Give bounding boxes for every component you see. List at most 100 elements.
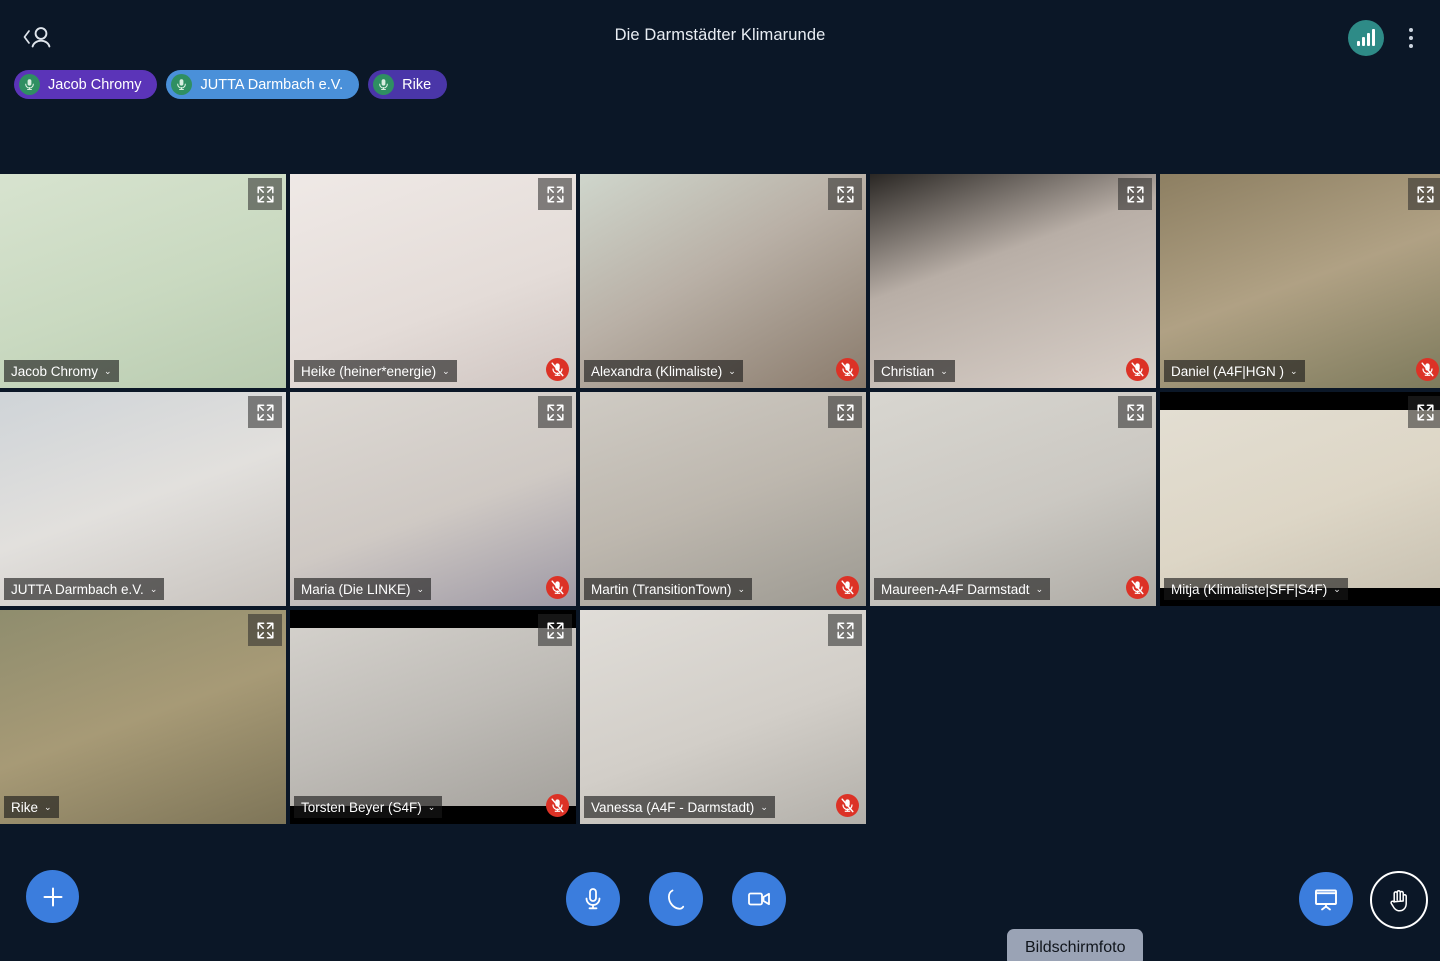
microphone-muted-icon <box>1126 576 1149 599</box>
video-feed <box>580 610 866 824</box>
video-tile[interactable]: Mitja (Klimaliste|SFF|S4F) ⌄ <box>1160 392 1440 606</box>
participant-name-tag[interactable]: Alexandra (Klimaliste) ⌄ <box>584 360 743 382</box>
video-feed <box>290 392 576 606</box>
expand-icon[interactable] <box>1408 396 1440 428</box>
add-button[interactable] <box>26 870 79 923</box>
participant-name: Martin (TransitionTown) <box>591 581 732 597</box>
expand-icon[interactable] <box>538 178 572 210</box>
microphone-muted-icon <box>1416 358 1439 381</box>
expand-icon[interactable] <box>828 396 862 428</box>
signal-strength-icon[interactable] <box>1348 20 1384 56</box>
expand-icon[interactable] <box>1408 178 1440 210</box>
video-feed <box>870 392 1156 606</box>
hangup-button[interactable] <box>649 872 703 926</box>
video-feed <box>290 628 576 806</box>
participant-name: Mitja (Klimaliste|SFF|S4F) <box>1171 581 1328 597</box>
participant-name-tag[interactable]: Heike (heiner*energie) ⌄ <box>294 360 457 382</box>
video-grid-row: Rike ⌄ Torsten Beyer (S4F) ⌄ Vanessa (A4F - … <box>0 610 1440 824</box>
video-tile[interactable]: JUTTA Darmbach e.V. ⌄ <box>0 392 286 606</box>
microphone-muted-icon <box>836 358 859 381</box>
phone-icon <box>667 889 684 910</box>
expand-icon[interactable] <box>248 614 282 646</box>
active-speaker-chip[interactable]: JUTTA Darmbach e.V. <box>166 70 360 99</box>
video-feed <box>870 174 1156 388</box>
active-speaker-name: JUTTA Darmbach e.V. <box>200 76 344 93</box>
video-grid: Jacob Chromy ⌄ Heike (heiner*energie) ⌄ Alex… <box>0 174 1440 828</box>
video-feed <box>580 392 866 606</box>
kebab-menu-icon[interactable] <box>1400 20 1422 56</box>
video-feed <box>1160 410 1440 588</box>
microphone-icon <box>171 74 193 95</box>
expand-icon[interactable] <box>828 178 862 210</box>
video-tile[interactable]: Daniel (A4F|HGN ) ⌄ <box>1160 174 1440 388</box>
participant-name: Rike <box>11 799 39 815</box>
video-tile[interactable]: Alexandra (Klimaliste) ⌄ <box>580 174 866 388</box>
video-tile[interactable]: Torsten Beyer (S4F) ⌄ <box>290 610 576 824</box>
participant-name-tag[interactable]: Maureen-A4F Darmstadt ⌄ <box>874 578 1051 600</box>
video-tile[interactable]: Rike ⌄ <box>0 610 286 824</box>
back-person-icon <box>23 27 51 48</box>
meeting-title: Die Darmstädter Klimarunde <box>614 26 826 44</box>
video-tile[interactable]: Martin (TransitionTown) ⌄ <box>580 392 866 606</box>
video-grid-row: Jacob Chromy ⌄ Heike (heiner*energie) ⌄ Alex… <box>0 174 1440 388</box>
expand-icon[interactable] <box>828 614 862 646</box>
camera-button[interactable] <box>732 872 786 926</box>
participant-name: JUTTA Darmbach e.V. <box>11 581 144 597</box>
participant-name: Torsten Beyer (S4F) <box>301 799 422 815</box>
expand-icon[interactable] <box>538 396 572 428</box>
raise-hand-button[interactable] <box>1370 871 1428 929</box>
participant-name-tag[interactable]: Rike ⌄ <box>4 796 59 818</box>
participant-name: Jacob Chromy <box>11 363 99 379</box>
video-tile[interactable]: Jacob Chromy ⌄ <box>0 174 286 388</box>
video-tile[interactable]: Maureen-A4F Darmstadt ⌄ <box>870 392 1156 606</box>
presentation-screen-icon <box>1315 889 1337 910</box>
participant-name: Daniel (A4F|HGN ) <box>1171 363 1285 379</box>
chevron-down-icon: ⌄ <box>427 801 436 812</box>
microphone-icon <box>585 888 601 910</box>
active-speaker-chip[interactable]: Rike <box>368 70 448 99</box>
participant-name: Maria (Die LINKE) <box>301 581 411 597</box>
app-header: Die Darmstädter Klimarunde Jacob Chromy J… <box>0 0 1440 110</box>
video-tile[interactable]: Maria (Die LINKE) ⌄ <box>290 392 576 606</box>
header-right-controls <box>1348 20 1422 56</box>
video-feed <box>0 610 286 824</box>
participant-name-tag[interactable]: JUTTA Darmbach e.V. ⌄ <box>4 578 165 600</box>
participant-name-tag[interactable]: Mitja (Klimaliste|SFF|S4F) ⌄ <box>1164 578 1348 600</box>
chevron-down-icon: ⌄ <box>149 583 158 594</box>
participant-name-tag[interactable]: Torsten Beyer (S4F) ⌄ <box>294 796 443 818</box>
expand-icon[interactable] <box>248 178 282 210</box>
microphone-muted-icon <box>546 794 569 817</box>
expand-icon[interactable] <box>248 396 282 428</box>
active-speaker-name: Rike <box>402 76 432 93</box>
video-feed <box>580 174 866 388</box>
participant-name: Vanessa (A4F - Darmstadt) <box>591 799 755 815</box>
expand-icon[interactable] <box>1118 396 1152 428</box>
participants-back-button[interactable] <box>14 18 60 58</box>
participant-name-tag[interactable]: Vanessa (A4F - Darmstadt) ⌄ <box>584 796 775 818</box>
present-screen-button[interactable] <box>1299 872 1353 926</box>
chevron-down-icon: ⌄ <box>728 365 736 376</box>
microphone-muted-icon <box>836 794 859 817</box>
video-feed <box>0 174 286 388</box>
screenshot-toast: Bildschirmfoto <box>1007 929 1144 961</box>
participant-name-tag[interactable]: Martin (TransitionTown) ⌄ <box>584 578 753 600</box>
participant-name-tag[interactable]: Christian ⌄ <box>874 360 955 382</box>
expand-icon[interactable] <box>1118 178 1152 210</box>
microphone-button[interactable] <box>566 872 620 926</box>
participant-name-tag[interactable]: Daniel (A4F|HGN ) ⌄ <box>1164 360 1305 382</box>
participant-name-tag[interactable]: Jacob Chromy ⌄ <box>4 360 119 382</box>
bottom-toolbar: Bildschirmfoto <box>0 851 1440 961</box>
chevron-down-icon: ⌄ <box>1333 583 1341 594</box>
participant-name-tag[interactable]: Maria (Die LINKE) ⌄ <box>294 578 432 600</box>
video-feed <box>0 392 286 606</box>
video-tile[interactable]: Christian ⌄ <box>870 174 1156 388</box>
chevron-down-icon: ⌄ <box>104 365 112 376</box>
active-speaker-name: Jacob Chromy <box>48 76 142 93</box>
video-tile[interactable]: Heike (heiner*energie) ⌄ <box>290 174 576 388</box>
chevron-down-icon: ⌄ <box>416 583 425 594</box>
video-tile[interactable]: Vanessa (A4F - Darmstadt) ⌄ <box>580 610 866 824</box>
chevron-down-icon: ⌄ <box>44 801 52 812</box>
expand-icon[interactable] <box>538 614 572 646</box>
active-speaker-chip[interactable]: Jacob Chromy <box>14 70 158 99</box>
microphone-muted-icon <box>546 358 569 381</box>
